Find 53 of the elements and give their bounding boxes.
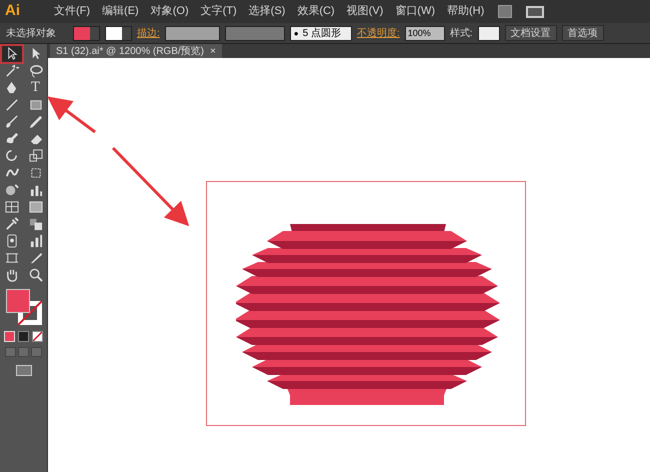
blend-icon	[28, 217, 42, 231]
menu-item[interactable]: 文件(F)	[48, 3, 96, 20]
menu-item[interactable]: 视图(V)	[340, 3, 390, 20]
style-label: 样式:	[450, 26, 473, 40]
opacity-field[interactable]: 100%	[404, 26, 445, 40]
chart-icon	[28, 183, 42, 197]
document-tab[interactable]: S1 (32).ai* @ 1200% (RGB/预览) ×	[50, 44, 222, 58]
gradient-mode-button[interactable]	[18, 331, 29, 342]
eyedropper-icon	[4, 217, 18, 231]
style-swatch[interactable]	[478, 26, 500, 40]
zoom-icon	[28, 268, 42, 282]
stroke-label: 描边:	[137, 26, 160, 40]
app-logo: Ai	[4, 1, 21, 22]
variable-width-dropdown[interactable]	[224, 26, 285, 40]
tool-button[interactable]	[2, 46, 22, 62]
close-button[interactable]: ×	[210, 44, 216, 58]
menu-item[interactable]: 选择(S)	[242, 3, 292, 20]
brush-dropdown[interactable]: ● 5 点圆形	[290, 26, 352, 40]
scale-icon	[28, 149, 42, 163]
annotation-arrow	[47, 96, 96, 134]
eraser-icon	[28, 132, 42, 146]
rotate-icon	[4, 149, 18, 163]
stroke-weight-field[interactable]	[164, 26, 220, 40]
brush-icon	[4, 115, 18, 129]
toolbar-button[interactable]: 文档设置	[504, 25, 557, 41]
hand-icon	[4, 268, 18, 282]
transform-icon	[28, 166, 42, 180]
line-icon	[4, 98, 18, 112]
gradient-icon	[28, 200, 42, 214]
mesh-icon	[4, 200, 18, 214]
pencil-icon	[28, 115, 42, 129]
pen-icon	[4, 81, 18, 95]
menu-item[interactable]: 文字(T)	[194, 3, 243, 20]
menu-item[interactable]: 效果(C)	[291, 3, 341, 20]
menu-item[interactable]: 帮助(H)	[441, 3, 490, 20]
brush-icon	[4, 132, 18, 146]
color-mode-button[interactable]	[4, 331, 15, 342]
opacity-label: 不透明度:	[356, 26, 400, 40]
fill-swatch[interactable]	[73, 26, 100, 40]
wand-icon	[4, 64, 18, 78]
rectangle-icon	[28, 98, 42, 112]
artboard-icon	[4, 251, 18, 265]
menu-item[interactable]: 编辑(E)	[96, 3, 145, 20]
lasso-icon	[28, 64, 42, 78]
selection-status: 未选择对象	[6, 26, 57, 40]
screen-mode-button[interactable]	[16, 365, 32, 376]
menu-item[interactable]: 对象(O)	[144, 3, 195, 20]
none-mode-button[interactable]	[32, 331, 43, 342]
chart-icon	[28, 234, 42, 248]
stroke-swatch[interactable]	[105, 26, 132, 40]
menu-item[interactable]: 窗口(W)	[389, 3, 441, 20]
tool-button[interactable]: T	[26, 80, 46, 96]
toolbar-button[interactable]: 首选项	[562, 25, 604, 41]
